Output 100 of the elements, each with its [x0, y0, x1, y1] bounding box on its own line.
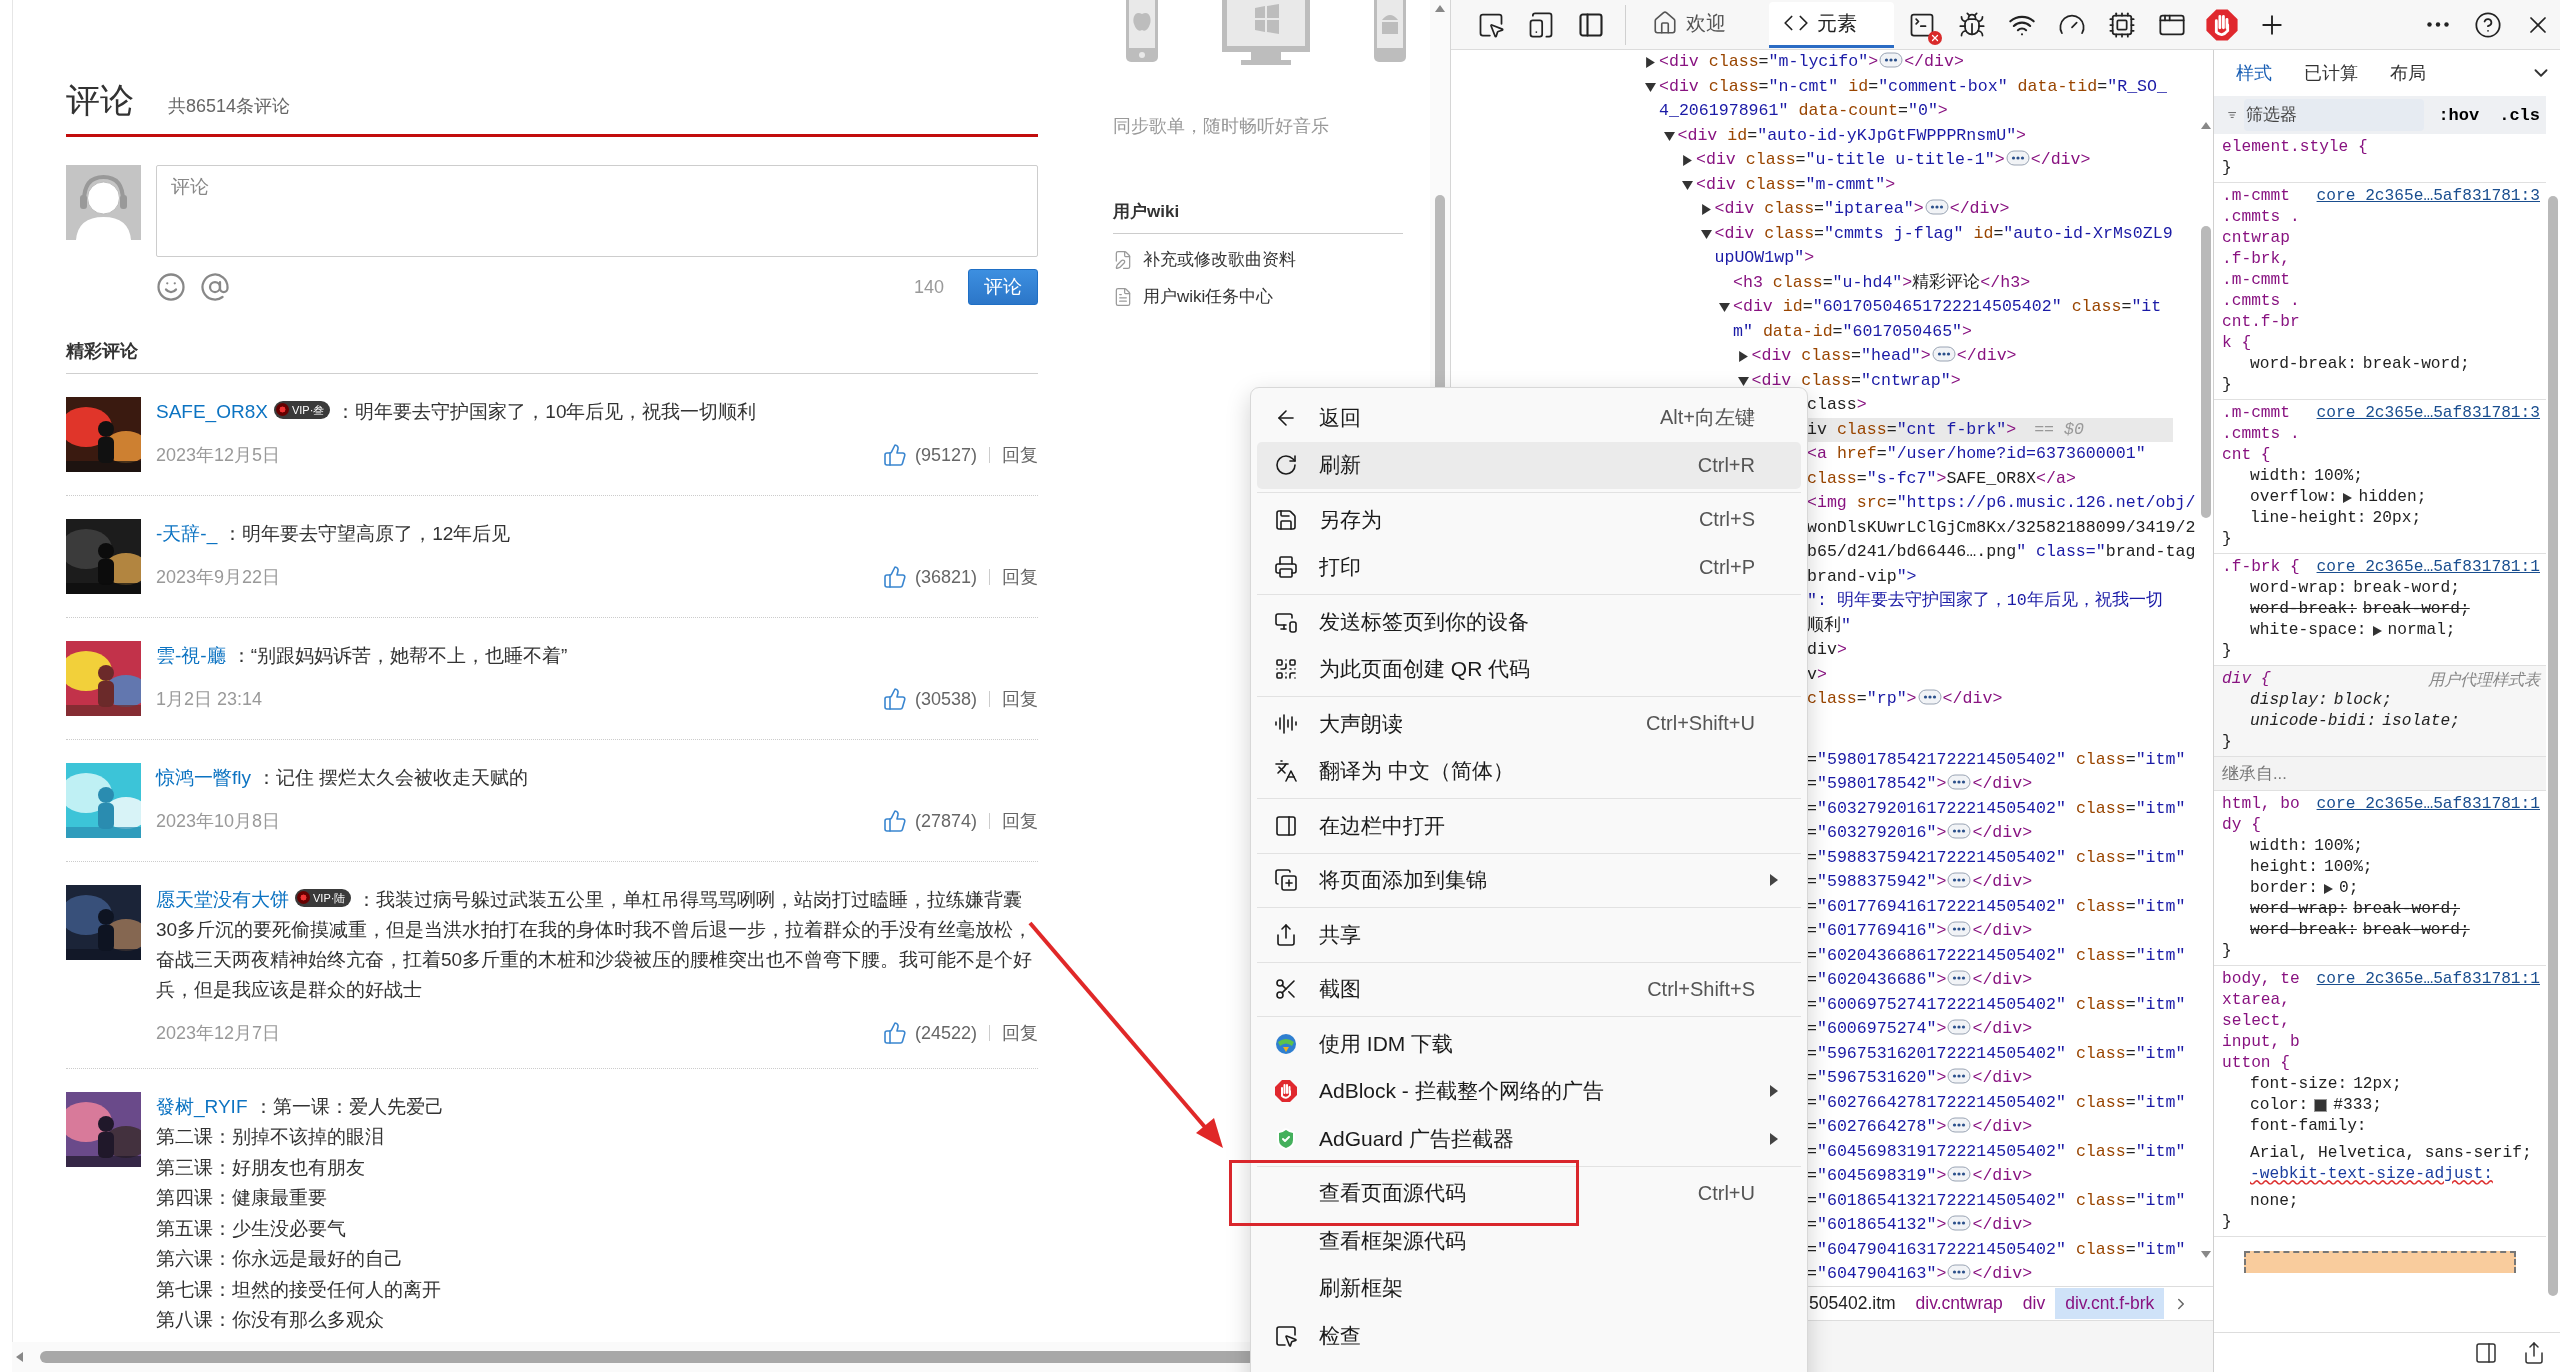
code-line[interactable]: <div id="auto-id-yKJpGtFWPPPRnsmU"> [1677, 123, 2027, 148]
code-line[interactable]: <div class="n-cmt" id="comment-box" data-tid="R_SO_4_2061978961" data-count="0"> [1659, 74, 2173, 124]
code-line[interactable]: ="60069752741722214505402" class="itm" [1807, 992, 2186, 1017]
reply-link[interactable]: 回复 [989, 569, 1038, 585]
menu-item[interactable]: 刷新 Ctrl+R [1257, 441, 1801, 489]
filter-field[interactable]: 筛选器 [2244, 99, 2425, 131]
css-property[interactable]: white-space: [2250, 620, 2367, 641]
css-value[interactable]: 100%; [2314, 466, 2363, 487]
menu-item[interactable]: 刷新框架 [1257, 1264, 1801, 1312]
code-line[interactable]: ="6006975274"> </div> [1807, 1017, 2033, 1042]
breadcrumb[interactable]: div.cntwrap [1905, 1288, 2013, 1319]
code-line[interactable]: ="6020436686"> </div> [1807, 968, 2033, 993]
code-line[interactable]: <div class="cntwrap"> [1751, 368, 1961, 393]
wiki-link[interactable]: 用户wiki任务中心 [1113, 285, 1274, 308]
menu-item[interactable]: 打印 Ctrl+P [1257, 543, 1801, 591]
code-line[interactable]: brand-vip"> [1807, 564, 1917, 589]
code-line[interactable]: ="5988375942"> </div> [1807, 870, 2033, 895]
source-link[interactable]: core_2c365e…5af831781:1 [2316, 969, 2540, 990]
source-link[interactable]: core_2c365e…5af831781:3 [2316, 186, 2540, 207]
css-property[interactable]: font-family: [2250, 1116, 2367, 1137]
css-property[interactable]: font-size: [2250, 1074, 2348, 1095]
menu-item[interactable]: 将页面添加到集锦 [1257, 856, 1801, 904]
wiki-link[interactable]: 补充或修改歌曲资料 [1113, 248, 1296, 271]
css-value[interactable]: 100%; [2314, 836, 2363, 857]
css-property[interactable]: word-break: [2250, 354, 2357, 375]
user-link[interactable]: 惊鸿一瞥fly [156, 767, 251, 788]
menu-item[interactable]: 截图 Ctrl+Shift+S [1257, 965, 1801, 1013]
code-line[interactable]: wonDlsKUwrLClGjCm8Kx/32582188099/3419/2 [1807, 515, 2196, 540]
code-line[interactable]: <div class="m-lycifo"> </div> [1659, 50, 1964, 75]
code-line[interactable]: <a href="/user/home?id=6373600001" [1807, 442, 2146, 467]
styles-tab[interactable]: 已计算 [2290, 53, 2372, 93]
css-property[interactable]: word-wrap: [2250, 899, 2348, 920]
css-value[interactable]: break-word; [2362, 354, 2470, 375]
menu-item[interactable]: AdBlock - 拦截整个网络的广告 [1257, 1067, 1801, 1115]
code-line[interactable]: ="60276642781722214505402" class="itm" [1807, 1090, 2186, 1115]
code-line[interactable]: <div id="60170504651722214505402" class="itm" data-id="6017050465"> [1733, 295, 2173, 344]
code-line[interactable]: ="5967531620"> </div> [1807, 1066, 2033, 1091]
reply-link[interactable]: 回复 [989, 813, 1038, 829]
source-link[interactable]: core_2c365e…5af831781:1 [2316, 794, 2540, 815]
breadcrumb[interactable]: div [2012, 1288, 2056, 1319]
styles-tab[interactable]: 布局 [2376, 53, 2440, 93]
code-line[interactable]: <div class="m-cmmt"> [1696, 172, 1896, 197]
code-line[interactable]: ="6017769416"> </div> [1807, 919, 2033, 944]
code-line[interactable]: ="59883759421722214505402" class="itm" [1807, 845, 2186, 870]
reply-link[interactable]: 回复 [989, 1025, 1038, 1041]
user-link[interactable]: 愿天堂没有大饼 [156, 889, 289, 910]
code-line[interactable]: ="6018654132"> </div> [1807, 1213, 2033, 1238]
code-line[interactable]: ="6047904163"> </div> [1807, 1262, 2033, 1286]
code-line[interactable]: v> [1807, 662, 1827, 687]
css-property[interactable]: width: [2250, 466, 2309, 487]
code-line[interactable]: ="59801785421722214505402" class="itm" [1807, 747, 2186, 772]
code-line[interactable]: ="6045698319"> </div> [1807, 1164, 2033, 1189]
menu-item[interactable]: AdGuard 广告拦截器 [1257, 1115, 1801, 1163]
css-property[interactable]: word-break: [2250, 920, 2357, 941]
code-line[interactable]: div> [1807, 638, 1847, 663]
code-line[interactable]: ="60327920161722214505402" class="itm" [1807, 796, 2186, 821]
code-line[interactable]: iv class="cnt f-brk"> [1807, 417, 2017, 442]
menu-item[interactable]: 为此页面创建 QR 代码 [1257, 645, 1801, 693]
css-value[interactable]: break-word; [2353, 899, 2460, 920]
css-property[interactable]: height: [2250, 857, 2318, 878]
menu-item[interactable]: 在边栏中打开 [1257, 802, 1801, 850]
submit-button[interactable]: 评论 [968, 269, 1038, 305]
comment-input[interactable]: 评论 [156, 165, 1038, 257]
code-line[interactable]: ="60177694161722214505402" class="itm" [1807, 894, 2186, 919]
code-line[interactable]: <img src="https://p6.music.126.net/obj/ [1807, 491, 2196, 516]
css-property[interactable]: unicode-bidi: [2250, 711, 2377, 732]
css-property[interactable]: overflow: [2250, 487, 2338, 508]
menu-item[interactable]: 翻译为 中文（简体） [1257, 747, 1801, 795]
menu-item[interactable]: 查看页面源代码 Ctrl+U [1257, 1169, 1801, 1217]
css-value[interactable]: break-word; [2362, 599, 2470, 620]
code-line[interactable]: ="60204366861722214505402" class="itm" [1807, 943, 2186, 968]
devtools-tab[interactable]: 欢迎 [1638, 1, 1763, 48]
code-line[interactable]: <h3 class="u-hd4">精彩评论</h3> [1733, 270, 2031, 295]
code-line[interactable]: b65/d241/bd66446….png" class="brand-tag [1807, 540, 2196, 565]
code-line[interactable]: ="6032792016"> </div> [1807, 821, 2033, 846]
reply-link[interactable]: 回复 [989, 447, 1038, 463]
menu-item[interactable]: 使用 IDM 下载 [1257, 1020, 1801, 1068]
user-link[interactable]: SAFE_OR8X [156, 401, 268, 422]
code-line[interactable]: ="60186541321722214505402" class="itm" [1807, 1188, 2186, 1213]
css-property[interactable]: line-height: [2250, 508, 2367, 529]
pseudo-toggle[interactable]: .cls [2493, 105, 2546, 125]
code-line[interactable]: ": 明年要去守护国家了，10年后见，祝我一切 [1807, 589, 2163, 614]
menu-item[interactable]: 另存为 Ctrl+S [1257, 496, 1801, 544]
css-value[interactable]: 12px; [2353, 1074, 2402, 1095]
menu-item[interactable]: 共享 [1257, 911, 1801, 959]
css-value[interactable]: #333; [2333, 1095, 2382, 1116]
css-value[interactable]: Arial, Helvetica, sans-serif; [2250, 1143, 2532, 1164]
menu-item[interactable]: 查看框架源代码 [1257, 1217, 1801, 1265]
code-line[interactable]: ="6027664278"> </div> [1807, 1115, 2033, 1140]
code-line[interactable]: <div class="head"> </div> [1751, 344, 2017, 369]
devtools-tab[interactable]: 元素 [1769, 1, 1894, 48]
css-value[interactable]: 100%; [2324, 857, 2373, 878]
css-property[interactable]: border: [2250, 878, 2318, 899]
code-line[interactable]: ="60456983191722214505402" class="itm" [1807, 1139, 2186, 1164]
code-line[interactable]: ="5980178542"> </div> [1807, 772, 2033, 797]
css-value[interactable]: 20px; [2372, 508, 2422, 529]
code-line[interactable]: ="59675316201722214505402" class="itm" [1807, 1041, 2186, 1066]
menu-item[interactable]: 大声朗读 Ctrl+Shift+U [1257, 700, 1801, 748]
code-line[interactable]: <div class="iptarea"> </div> [1714, 197, 2010, 222]
code-line[interactable]: class="s-fc7">SAFE_OR8X</a> [1807, 466, 2076, 491]
